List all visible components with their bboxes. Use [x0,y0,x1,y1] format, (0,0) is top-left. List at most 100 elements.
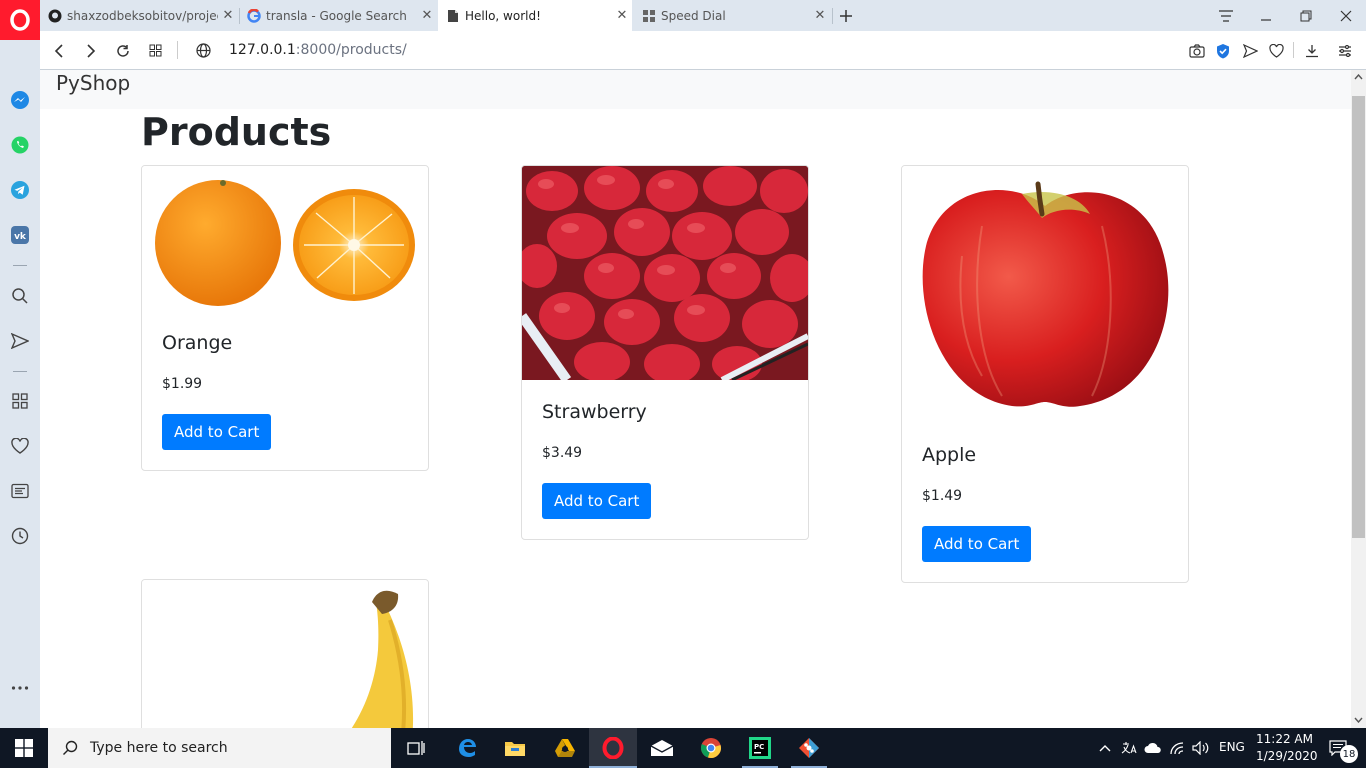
product-price: $3.49 [542,445,583,461]
action-center-button[interactable]: 18 [1318,728,1358,768]
url-field[interactable]: 127.0.0.1:8000/products/ [229,42,407,58]
news-icon [11,483,29,499]
minimize-button[interactable] [1246,0,1286,31]
sidebar-item-telegram[interactable] [0,175,40,205]
add-to-cart-button[interactable]: Add to Cart [542,483,652,519]
svg-text:PC: PC [754,743,764,751]
sidebar-item-speed-dial[interactable] [0,386,40,416]
show-hidden-icons-button[interactable] [1093,728,1117,768]
scroll-up-icon[interactable] [1354,74,1363,80]
whatsapp-icon [11,136,29,154]
tray-onedrive[interactable] [1141,728,1165,768]
add-to-cart-button[interactable]: Add to Cart [922,526,1032,562]
sidebar-item-bookmarks[interactable] [0,431,40,461]
taskbar-app-drive[interactable] [541,728,589,768]
restore-button[interactable] [1286,0,1326,31]
plus-icon [840,9,852,22]
tab-google-search[interactable]: transla - Google Search ✕ [239,0,437,31]
tab-speed-dial[interactable]: Speed Dial ✕ [634,0,830,31]
sidebar-item-personal-news[interactable] [0,476,40,506]
clock-date[interactable]: 1/29/2020 [1256,749,1318,763]
clock-time[interactable]: 11:22 AM [1256,732,1313,746]
easy-setup-button[interactable] [1330,31,1360,70]
scrollbar-thumb[interactable] [1352,96,1365,538]
tray-input-indicator[interactable] [1117,728,1141,768]
tab-grid-button[interactable] [140,31,170,70]
windows-taskbar: Type here to search PC ENG 11:22 AM 1/29… [0,728,1366,768]
site-navbar: PyShop [40,70,1351,109]
forward-arrow-icon [87,43,96,58]
sidebar-item-flow[interactable] [0,326,40,356]
tab-close-icon[interactable]: ✕ [612,8,632,23]
google-drive-icon [555,739,575,757]
product-price: $1.99 [162,376,203,392]
bookmark-button[interactable] [1261,31,1291,70]
git-icon [799,738,819,758]
tray-network[interactable] [1165,728,1189,768]
page-title: Products [141,110,332,154]
tab-title: shaxzodbeksobitov/project [67,8,218,23]
forward-button[interactable] [76,31,106,70]
task-view-button[interactable] [392,728,440,768]
chrome-icon [700,738,721,758]
product-name: Strawberry [542,401,647,423]
url-host: 127.0.0.1 [229,42,296,58]
product-image-banana [142,580,428,728]
input-method-icon [1121,742,1137,754]
start-button[interactable] [0,728,48,768]
taskbar-opera[interactable] [589,728,637,768]
taskbar-chrome[interactable] [687,728,735,768]
tab-github[interactable]: shaxzodbeksobitov/project ✕ [40,0,238,31]
clock-icon [11,527,29,545]
minimize-icon [1261,18,1271,21]
search-icon [63,740,78,755]
restore-icon [1300,10,1312,21]
tab-close-icon[interactable]: ✕ [218,8,238,23]
sidebar-item-messenger[interactable] [0,85,40,115]
tab-menu-button[interactable] [1206,0,1246,31]
chevron-up-icon [1099,745,1111,752]
downloads-button[interactable] [1297,31,1327,70]
page-icon [446,9,460,23]
new-tab-button[interactable] [826,0,866,31]
sidebar-item-history[interactable] [0,521,40,551]
sidebar-item-search[interactable] [0,281,40,311]
scroll-down-icon[interactable] [1354,717,1363,723]
product-card-banana [141,579,429,728]
tab-hello-world[interactable]: Hello, world! ✕ [438,0,632,31]
taskbar-git[interactable] [785,728,833,768]
more-dots-icon [11,686,29,690]
taskbar-mail[interactable] [638,728,686,768]
opera-logo-icon [10,9,30,31]
page-scrollbar[interactable] [1351,70,1366,728]
tray-volume[interactable] [1189,728,1213,768]
sidebar-more-button[interactable] [0,673,40,703]
tab-bar: shaxzodbeksobitov/project ✕ transla - Go… [0,0,1366,40]
language-indicator[interactable]: ENG [1219,740,1245,754]
sidebar-item-vk[interactable]: vk [0,220,40,250]
product-image-strawberry [522,166,808,380]
add-to-cart-button[interactable]: Add to Cart [162,414,272,450]
product-image-apple [902,166,1188,424]
taskbar-pycharm[interactable]: PC [736,728,784,768]
brand-link[interactable]: PyShop [56,71,130,95]
messenger-icon [11,91,29,109]
back-button[interactable] [44,31,74,70]
site-info-button[interactable] [188,31,218,70]
close-window-button[interactable] [1326,0,1366,31]
reload-button[interactable] [108,31,138,70]
sidebar-item-whatsapp[interactable] [0,130,40,160]
vpn-shield-button[interactable] [1208,31,1238,70]
heart-icon [11,438,29,454]
tab-menu-icon [1219,9,1233,22]
grid-icon [149,44,161,57]
wifi-icon [1170,742,1184,755]
opera-menu-button[interactable] [0,0,40,40]
card-body: Apple $1.49 Add to Cart [902,424,1188,582]
taskbar-file-explorer[interactable] [491,728,539,768]
tab-close-icon[interactable]: ✕ [417,8,437,23]
page-viewport: PyShop Products Orange $1.99 Add to Cart… [40,70,1351,728]
taskbar-search-box[interactable]: Type here to search [48,728,391,768]
speed-dial-icon [642,9,656,23]
taskbar-edge[interactable] [443,728,491,768]
